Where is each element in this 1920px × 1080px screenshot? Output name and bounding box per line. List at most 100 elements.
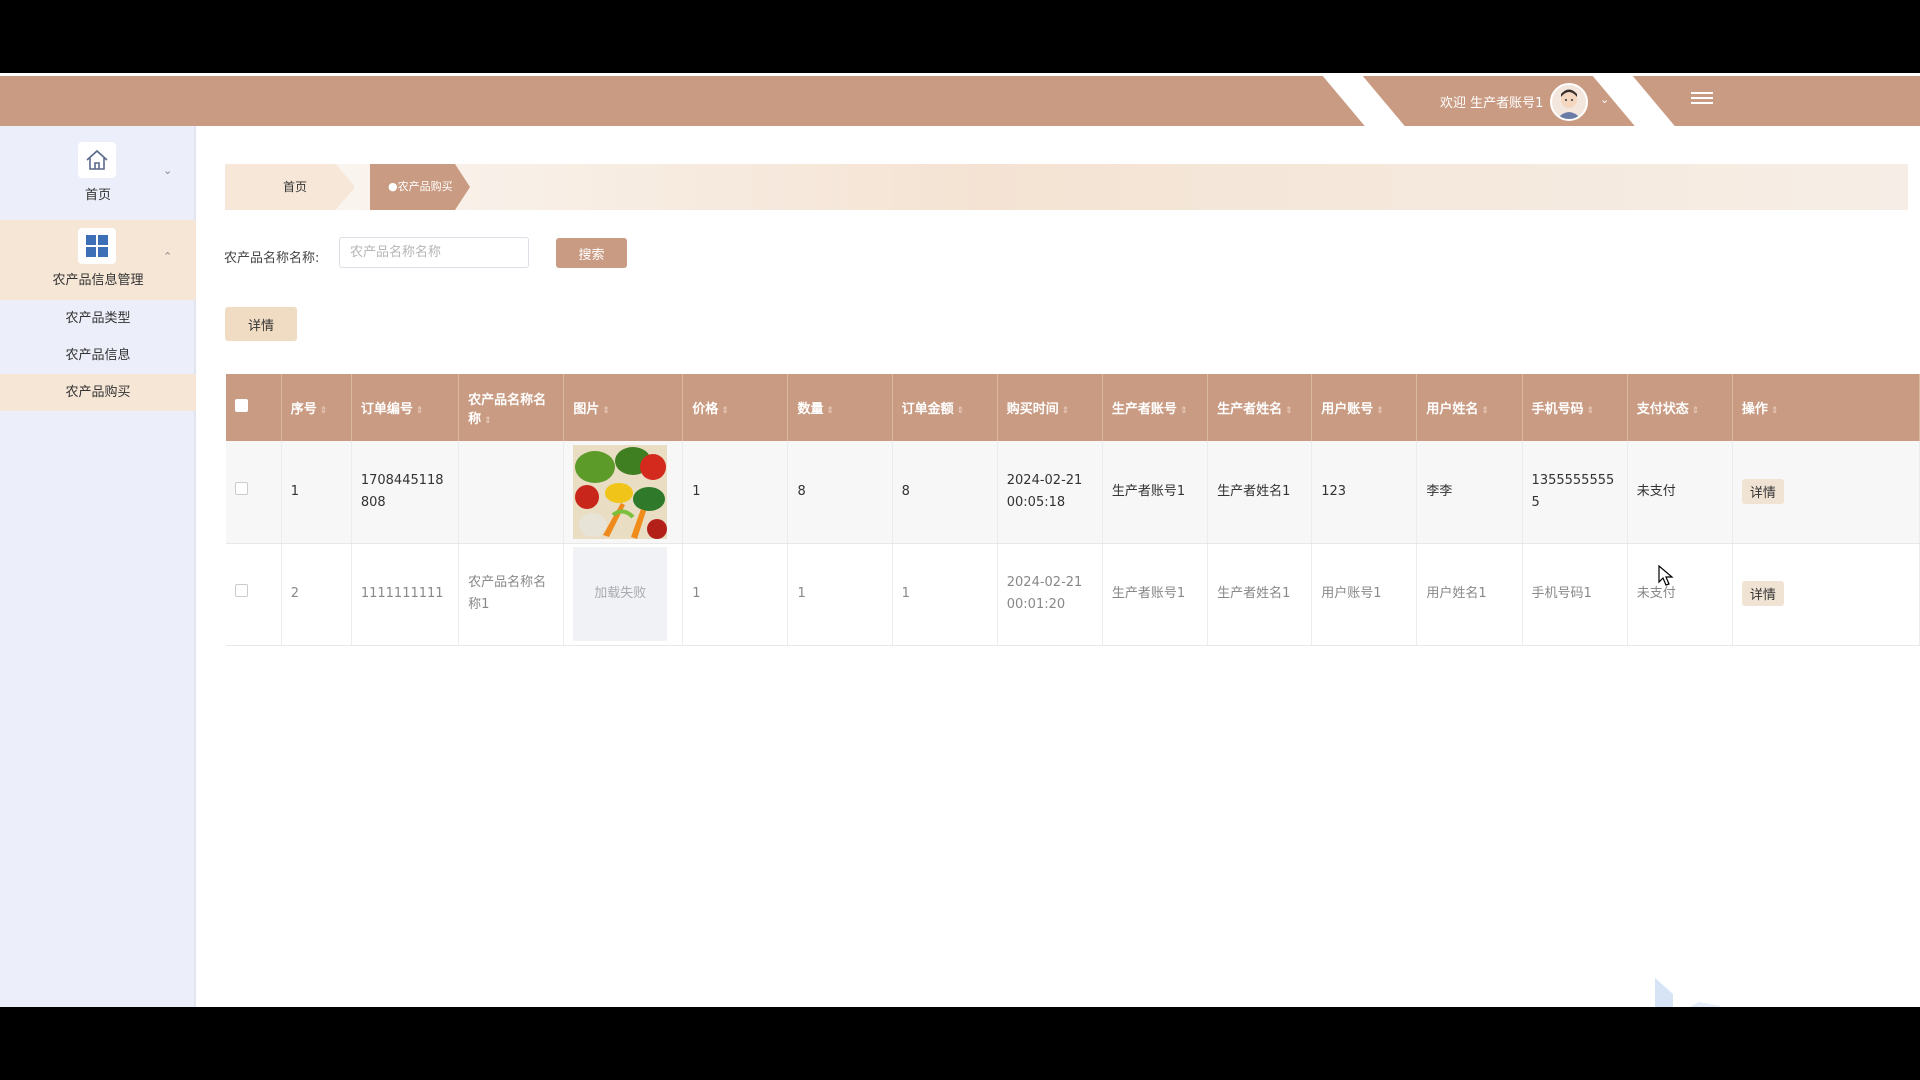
row-checkbox[interactable] — [235, 481, 248, 495]
sort-icon: ⇕ — [721, 406, 729, 416]
sidebar-group-product-info[interactable]: 农产品信息管理 ⌃ — [0, 220, 196, 300]
sort-icon: ⇕ — [319, 406, 328, 416]
orders-table: 序号 ⇕ 订单编号 ⇕ 农产品名称名称 ⇕ 图片 ⇕ 价格 ⇕ 数量 ⇕ 订单金额 ⇕ 购买时… — [226, 374, 1920, 646]
row-select-cell[interactable] — [226, 543, 282, 646]
cell-quantity: 1 — [787, 543, 893, 646]
sort-icon: ⇕ — [484, 415, 492, 426]
select-all-cell[interactable] — [226, 374, 282, 441]
sort-icon: ⇕ — [1691, 406, 1700, 416]
welcome-text: 欢迎 生产者账号1 — [1440, 96, 1544, 111]
column-header[interactable]: 序号 ⇕ — [281, 374, 352, 441]
cell-quantity: 8 — [787, 441, 893, 544]
breadcrumb: 首页 ●农产品购买 — [225, 164, 1908, 210]
cell-phone: 手机号码1 — [1522, 543, 1628, 646]
cell-producer-account: 生产者账号1 — [1102, 543, 1209, 646]
cell-user-name: 用户姓名1 — [1416, 543, 1523, 646]
cell-producer-account: 生产者账号1 — [1102, 441, 1209, 544]
column-header[interactable]: 用户姓名 ⇕ — [1416, 374, 1523, 441]
column-header[interactable]: 购买时间 ⇕ — [997, 374, 1103, 441]
column-header[interactable]: 用户账号 ⇕ — [1311, 374, 1418, 441]
column-header[interactable]: 图片 ⇕ — [563, 374, 684, 441]
mouse-cursor-icon — [1658, 565, 1674, 586]
row-detail-button[interactable]: 详情 — [1741, 478, 1784, 504]
breadcrumb-current: ●农产品购买 — [370, 164, 470, 210]
cell-product-name: 农产品名称名称1 — [458, 543, 565, 646]
detail-button[interactable]: 详情 — [225, 307, 297, 341]
sidebar-item-product-info[interactable]: 农产品信息 — [0, 337, 196, 374]
sort-icon: ⇕ — [415, 406, 424, 416]
cell-price: 1 — [682, 441, 789, 544]
sort-icon: ⇕ — [602, 406, 610, 416]
table-row[interactable]: 2 1111111111 农产品名称名称1 加载失败 1 1 1 2024-02… — [226, 543, 1920, 646]
sidebar-home-label: 首页 — [84, 188, 111, 203]
column-header[interactable]: 农产品名称名称 ⇕ — [458, 374, 565, 441]
cell-purchase-time: 2024-02-21 00:05:18 — [997, 441, 1103, 544]
dot-icon: ● — [388, 180, 398, 193]
grid-icon — [78, 228, 116, 264]
home-icon — [78, 142, 116, 178]
sort-icon: ⇕ — [1481, 406, 1489, 416]
cell-producer-name: 生产者姓名1 — [1207, 441, 1313, 544]
cell-image[interactable]: 加载失败 — [563, 543, 684, 646]
cell-price: 1 — [682, 543, 789, 646]
menu-toggle-icon[interactable] — [1691, 89, 1713, 111]
cell-product-name — [458, 441, 565, 544]
cell-order-no: 1111111111 — [351, 543, 460, 646]
cell-amount: 1 — [892, 543, 998, 646]
top-header: 欢迎 生产者账号1 ⌄ — [0, 73, 1920, 129]
sidebar-item-product-purchase[interactable]: 农产品购买 — [0, 374, 196, 411]
cell-image[interactable] — [563, 441, 684, 544]
sidebar-group-label: 农产品信息管理 — [52, 273, 144, 288]
table-row[interactable]: 1 1708445118808 1 8 8 2024-02-21 00:05:1… — [226, 441, 1920, 544]
sort-icon: ⇕ — [1770, 406, 1779, 416]
vegetables-image[interactable] — [573, 444, 668, 539]
header-decor-stripe — [1322, 76, 1408, 129]
column-header[interactable]: 生产者姓名 ⇕ — [1207, 374, 1313, 441]
search-input[interactable] — [339, 237, 529, 268]
table-header-row: 序号 ⇕ 订单编号 ⇕ 农产品名称名称 ⇕ 图片 ⇕ 价格 ⇕ 数量 ⇕ 订单金额 ⇕ 购买时… — [226, 374, 1920, 441]
column-header[interactable]: 支付状态 ⇕ — [1627, 374, 1733, 441]
search-button[interactable]: 搜索 — [556, 238, 627, 268]
sidebar-item-home[interactable]: 首页 ⌄ — [0, 134, 196, 220]
sort-icon: ⇕ — [956, 406, 965, 416]
chevron-down-icon: ⌄ — [163, 164, 173, 177]
sidebar-item-product-type[interactable]: 农产品类型 — [0, 300, 196, 337]
chevron-up-icon: ⌃ — [163, 250, 173, 263]
cell-user-account: 123 — [1311, 441, 1418, 544]
sort-icon: ⇕ — [1061, 406, 1070, 416]
cell-order-no: 1708445118808 — [351, 441, 460, 544]
cell-index: 2 — [281, 543, 352, 646]
user-avatar[interactable] — [1550, 83, 1588, 121]
row-select-cell[interactable] — [226, 441, 282, 544]
cell-pay-status: 未支付 — [1627, 441, 1733, 544]
sort-icon: ⇕ — [1586, 406, 1595, 416]
cell-amount: 8 — [892, 441, 998, 544]
row-checkbox[interactable] — [235, 584, 248, 597]
sort-icon: ⇕ — [1285, 406, 1293, 416]
select-all-checkbox[interactable] — [235, 399, 248, 412]
column-header[interactable]: 生产者账号 ⇕ — [1102, 374, 1209, 441]
sidebar: 首页 ⌄ 农产品信息管理 ⌃ 农产品类型 农产品信息 农产品购买 — [0, 126, 196, 1007]
column-header[interactable]: 价格 ⇕ — [682, 374, 789, 441]
column-header[interactable]: 订单编号 ⇕ — [351, 374, 460, 441]
cell-phone: 13555555555 — [1522, 441, 1628, 544]
cell-pay-status: 未支付 — [1627, 543, 1733, 646]
cell-user-account: 用户账号1 — [1311, 543, 1418, 646]
watermark-logo-icon — [1655, 978, 1721, 1007]
column-header[interactable]: 数量 ⇕ — [787, 374, 893, 441]
row-detail-button[interactable]: 详情 — [1741, 581, 1784, 606]
column-header[interactable]: 手机号码 ⇕ — [1522, 374, 1628, 441]
chevron-down-icon[interactable]: ⌄ — [1600, 93, 1609, 106]
cell-action: 详情 — [1732, 441, 1920, 544]
column-header[interactable]: 订单金额 ⇕ — [892, 374, 998, 441]
breadcrumb-home[interactable]: 首页 — [225, 164, 355, 210]
app-window: 欢迎 生产者账号1 ⌄ 首页 ⌄ 农产品信息管理 ⌃ 农产品类型 农产品信息 农… — [0, 73, 1920, 1007]
breadcrumb-current-label: 农产品购买 — [397, 180, 453, 193]
cell-user-name: 李李 — [1416, 441, 1523, 544]
column-header[interactable]: 操作 ⇕ — [1732, 374, 1920, 441]
search-label: 农产品名称名称: — [224, 251, 320, 266]
sort-icon: ⇕ — [826, 406, 835, 416]
sort-icon: ⇕ — [1179, 406, 1188, 416]
cell-producer-name: 生产者姓名1 — [1207, 543, 1313, 646]
image-load-failed: 加载失败 — [573, 547, 668, 641]
